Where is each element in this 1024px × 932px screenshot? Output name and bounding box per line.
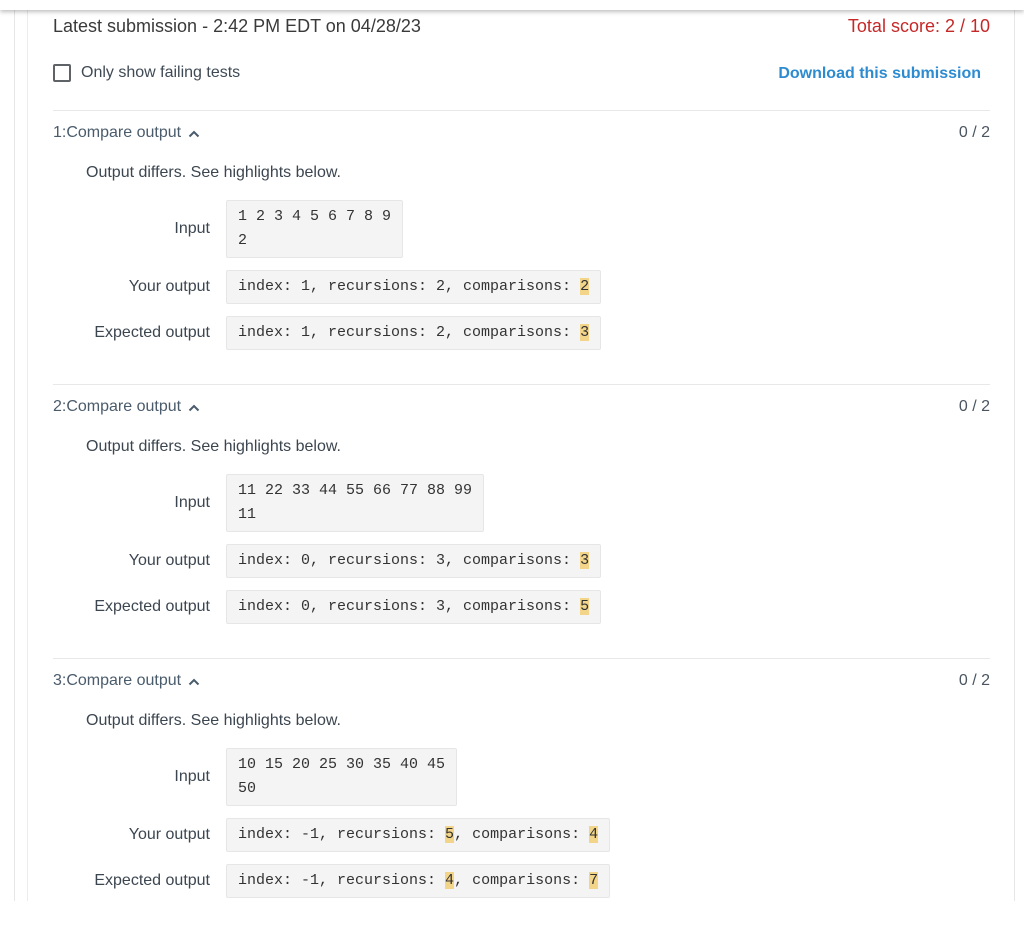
test-results-list: 1:Compare output 0 / 2 Output differs. S… xyxy=(53,110,990,898)
input-row: Input 11 22 33 44 55 66 77 88 99 11 xyxy=(53,474,990,532)
your-output-code: index: 0, recursions: 3, comparisons: 3 xyxy=(226,544,602,578)
test-title: 3:Compare output xyxy=(53,672,182,689)
test-case-2: 2:Compare output 0 / 2 Output differs. S… xyxy=(53,384,990,624)
expected-output-row: Expected output index: -1, recursions: 4… xyxy=(53,864,990,898)
page-border-left xyxy=(14,0,15,901)
card-border-left xyxy=(27,0,28,901)
input-code: 1 2 3 4 5 6 7 8 9 2 xyxy=(226,200,404,258)
your-output-row: Your output index: 1, recursions: 2, com… xyxy=(53,270,990,304)
top-bar-shadow xyxy=(0,0,1024,10)
diff-highlight: 2 xyxy=(580,278,590,295)
test-case-1: 1:Compare output 0 / 2 Output differs. S… xyxy=(53,110,990,350)
total-score: Total score: 2 / 10 xyxy=(847,16,990,36)
test-header: 1:Compare output 0 / 2 xyxy=(53,111,990,155)
test-title-toggle[interactable]: 1:Compare output xyxy=(53,124,201,142)
test-message: Output differs. See highlights below. xyxy=(86,438,341,455)
input-label: Input xyxy=(174,494,210,511)
test-title-toggle[interactable]: 3:Compare output xyxy=(53,672,201,690)
expected-output-code: index: -1, recursions: 4, comparisons: 7 xyxy=(226,864,611,898)
chevron-up-icon xyxy=(188,404,200,412)
your-output-label: Your output xyxy=(128,552,210,569)
diff-highlight: 3 xyxy=(580,552,590,569)
your-output-label: Your output xyxy=(128,826,210,843)
expected-output-code: index: 0, recursions: 3, comparisons: 5 xyxy=(226,590,602,624)
output-text: index: 1, recursions: 2, comparisons: xyxy=(238,278,581,295)
your-output-code: index: 1, recursions: 2, comparisons: 2 xyxy=(226,270,602,304)
input-label: Input xyxy=(174,768,210,785)
page-border-right xyxy=(1014,0,1015,901)
diff-highlight: 3 xyxy=(580,324,590,341)
your-output-row: Your output index: -1, recursions: 5, co… xyxy=(53,818,990,852)
diff-highlight: 4 xyxy=(445,872,455,889)
test-message: Output differs. See highlights below. xyxy=(86,712,341,729)
only-failing-checkbox[interactable] xyxy=(53,64,71,82)
diff-highlight: 7 xyxy=(589,872,599,889)
input-code: 11 22 33 44 55 66 77 88 99 11 xyxy=(226,474,485,532)
test-score: 0 / 2 xyxy=(958,124,990,141)
output-text: , comparisons: xyxy=(454,826,590,843)
expected-output-code: index: 1, recursions: 2, comparisons: 3 xyxy=(226,316,602,350)
submission-title: Latest submission - 2:42 PM EDT on 04/28… xyxy=(53,16,421,36)
diff-highlight: 5 xyxy=(445,826,455,843)
output-text: index: 0, recursions: 3, comparisons: xyxy=(238,552,581,569)
input-code: 10 15 20 25 30 35 40 45 50 xyxy=(226,748,458,806)
expected-output-label: Expected output xyxy=(94,598,210,615)
input-label: Input xyxy=(174,220,210,237)
expected-output-label: Expected output xyxy=(94,324,210,341)
input-row: Input 1 2 3 4 5 6 7 8 9 2 xyxy=(53,200,990,258)
your-output-code: index: -1, recursions: 5, comparisons: 4 xyxy=(226,818,611,852)
your-output-row: Your output index: 0, recursions: 3, com… xyxy=(53,544,990,578)
test-score: 0 / 2 xyxy=(958,672,990,689)
test-score: 0 / 2 xyxy=(958,398,990,415)
submission-panel: Latest submission - 2:42 PM EDT on 04/28… xyxy=(53,10,990,932)
output-text: index: 0, recursions: 3, comparisons: xyxy=(238,598,581,615)
output-text: , comparisons: xyxy=(454,872,590,889)
output-text: index: -1, recursions: xyxy=(238,872,446,889)
test-title: 1:Compare output xyxy=(53,124,182,141)
expected-output-row: Expected output index: 1, recursions: 2,… xyxy=(53,316,990,350)
test-message: Output differs. See highlights below. xyxy=(86,164,341,181)
test-header: 3:Compare output 0 / 2 xyxy=(53,659,990,703)
diff-highlight: 5 xyxy=(580,598,590,615)
output-text: index: 1, recursions: 2, comparisons: xyxy=(238,324,581,341)
diff-highlight: 4 xyxy=(589,826,599,843)
output-text: index: -1, recursions: xyxy=(238,826,446,843)
only-failing-toggle[interactable]: Only show failing tests xyxy=(53,64,240,82)
test-title: 2:Compare output xyxy=(53,398,182,415)
submission-header: Latest submission - 2:42 PM EDT on 04/28… xyxy=(53,10,990,46)
chevron-up-icon xyxy=(188,130,200,138)
input-row: Input 10 15 20 25 30 35 40 45 50 xyxy=(53,748,990,806)
expected-output-row: Expected output index: 0, recursions: 3,… xyxy=(53,590,990,624)
test-case-3: 3:Compare output 0 / 2 Output differs. S… xyxy=(53,658,990,898)
submission-controls: Only show failing tests Download this su… xyxy=(53,46,990,110)
test-title-toggle[interactable]: 2:Compare output xyxy=(53,398,201,416)
only-failing-label: Only show failing tests xyxy=(81,64,241,81)
download-submission-link[interactable]: Download this submission xyxy=(778,65,981,83)
test-header: 2:Compare output 0 / 2 xyxy=(53,385,990,429)
expected-output-label: Expected output xyxy=(94,872,210,889)
chevron-up-icon xyxy=(188,678,200,686)
your-output-label: Your output xyxy=(128,278,210,295)
